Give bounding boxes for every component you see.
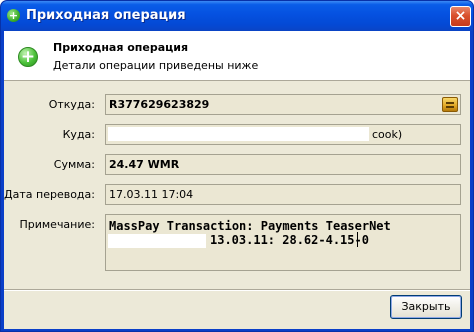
dialog-window: + Приходная операция × + Приходная опера… xyxy=(0,0,474,332)
redacted-area xyxy=(108,127,369,141)
note-line-2: 13.03.11: 28.62-4.15-0 xyxy=(210,233,369,247)
plus-circle-icon: + xyxy=(7,9,20,22)
close-window-button[interactable]: × xyxy=(450,6,471,27)
from-label: Откуда: xyxy=(48,98,95,111)
title-bar[interactable]: + Приходная операция × xyxy=(1,1,473,31)
amount-value: 24.47 WMR xyxy=(109,158,180,171)
from-value: R377629623829 xyxy=(109,98,210,111)
to-value: cook) xyxy=(372,128,403,141)
amount-label: Сумма: xyxy=(53,158,95,171)
redacted-area xyxy=(108,234,206,248)
amount-field[interactable]: 24.47 WMR xyxy=(105,154,461,175)
wallet-icon[interactable] xyxy=(442,97,458,112)
close-button[interactable]: Закрыть xyxy=(390,295,462,319)
header-title: Приходная операция xyxy=(53,41,189,54)
to-field[interactable]: cook) xyxy=(105,124,461,145)
header-subtitle: Детали операции приведены ниже xyxy=(53,59,259,72)
from-field[interactable]: R377629623829 xyxy=(105,94,461,115)
note-label: Примечание: xyxy=(19,218,95,231)
to-label: Куда: xyxy=(62,128,95,141)
footer-divider xyxy=(4,289,470,291)
note-field[interactable]: MassPay Transaction: Payments TeaserNet … xyxy=(105,214,461,271)
text-caret xyxy=(357,232,358,247)
date-field[interactable]: 17.03.11 17:04 xyxy=(105,184,461,205)
dialog-header: + Приходная операция Детали операции при… xyxy=(4,31,470,81)
date-label: Дата перевода: xyxy=(4,188,95,201)
date-value: 17.03.11 17:04 xyxy=(109,188,194,201)
dialog-client-area: + Приходная операция Детали операции при… xyxy=(4,31,470,329)
window-title: Приходная операция xyxy=(26,8,186,23)
plus-circle-icon: + xyxy=(18,47,38,67)
